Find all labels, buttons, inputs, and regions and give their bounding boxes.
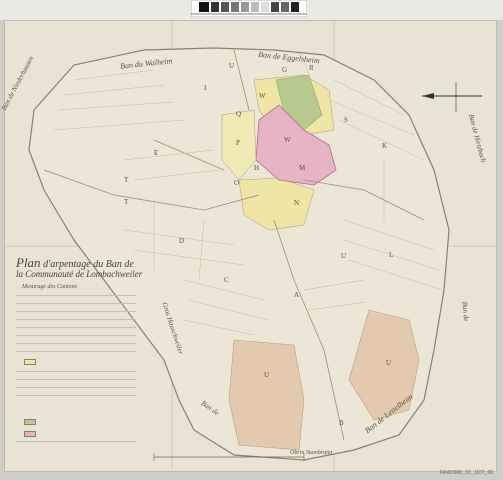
parcel-letter: T bbox=[124, 198, 129, 206]
parcel-letter: T bbox=[124, 176, 129, 184]
parcel-letter: L bbox=[389, 251, 393, 259]
parcel-letter: D bbox=[179, 237, 184, 245]
parcel-letter: U bbox=[386, 359, 391, 367]
border-label-stambrunn: Obrin Stambrunn bbox=[290, 450, 333, 456]
legend-row bbox=[16, 327, 136, 328]
legend-subtitle: Mesurage des Cantons bbox=[22, 284, 77, 290]
legend-row bbox=[16, 371, 136, 372]
legend-row bbox=[16, 303, 136, 304]
parcel-letter: R bbox=[309, 64, 314, 72]
parcel-letter: Q bbox=[236, 110, 241, 118]
parcel-letter: O bbox=[234, 179, 239, 187]
parcel-letter: M bbox=[299, 164, 306, 172]
parcel-letter: K bbox=[382, 142, 387, 150]
parcel-letter: U bbox=[264, 371, 269, 379]
legend-swatch-green bbox=[24, 419, 36, 425]
legend-row bbox=[16, 311, 136, 312]
legend-row bbox=[16, 379, 136, 380]
parcel-letter: W bbox=[284, 136, 291, 144]
legend-row bbox=[16, 351, 136, 352]
parcel-letter: U bbox=[341, 252, 346, 260]
legend-row bbox=[16, 395, 136, 396]
legend-row bbox=[16, 335, 136, 336]
parcel-letter: E bbox=[154, 149, 158, 157]
parcel-letter: U bbox=[229, 62, 234, 70]
border-label-right-mid: Ban de bbox=[460, 301, 471, 322]
parcel-letter: H bbox=[254, 164, 259, 172]
legend-swatch-pink bbox=[24, 431, 36, 437]
parcel-letter: A bbox=[294, 291, 299, 299]
document-id: FRAD068_1C_1107_06 bbox=[440, 470, 494, 476]
legend-title-line2: la Communauté de Lombachweiler bbox=[16, 269, 143, 279]
parcel-letter: S bbox=[344, 116, 348, 124]
legend-row bbox=[16, 319, 136, 320]
tan-parcel-west bbox=[228, 339, 305, 451]
parcel-letter: P bbox=[236, 139, 240, 147]
color-calibration-ruler bbox=[191, 0, 307, 17]
legend-row bbox=[16, 343, 136, 344]
legend-row bbox=[16, 295, 136, 296]
legend-row bbox=[16, 441, 136, 442]
legend-panel: Plan d'arpentage du Ban de la Communauté… bbox=[16, 255, 156, 455]
parcel-letter: W bbox=[259, 92, 266, 100]
legend-row bbox=[16, 387, 136, 388]
parcel-letter: G bbox=[282, 66, 287, 74]
parcel-letter: N bbox=[294, 199, 299, 207]
compass-rose-icon bbox=[422, 82, 482, 112]
parcel-letter: B bbox=[339, 419, 344, 427]
legend-swatch-yellow bbox=[24, 359, 36, 365]
parcel-letter: C bbox=[224, 276, 229, 284]
